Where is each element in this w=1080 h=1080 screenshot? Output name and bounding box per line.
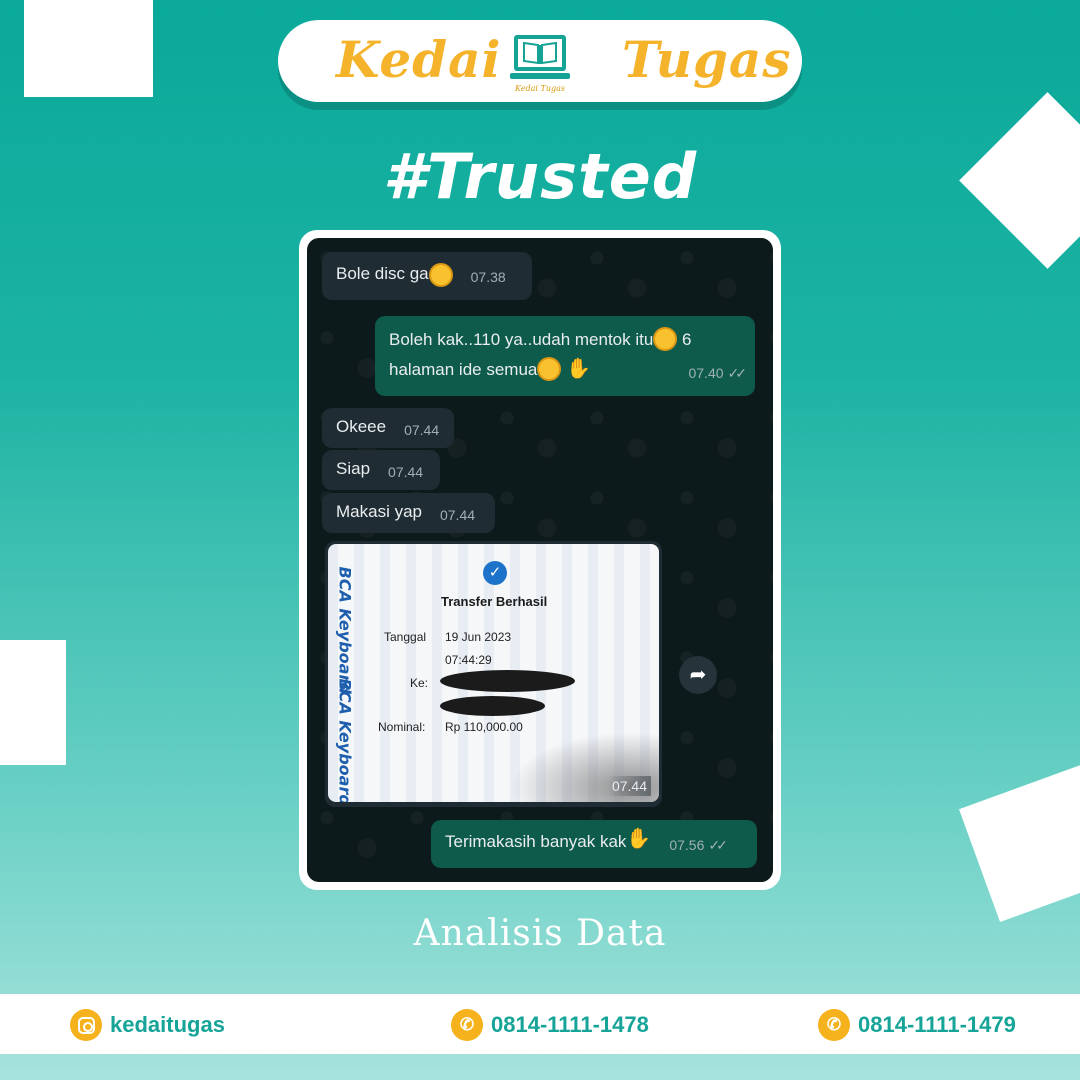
redaction-scribble [440,696,545,716]
message-time: 07.56 [669,837,705,853]
message-time: 07.44 [607,776,651,796]
message-time: 07.44 [388,464,424,480]
laughing-emoji-icon [653,326,678,351]
message-text-line2: halaman ide semua [389,360,538,379]
redaction-scribble [440,670,575,692]
outgoing-message[interactable]: Terimakasih banyak kak ✋ 07.56 ✓✓ [431,820,757,868]
phone-number-2: 0814-1111-1479 [858,1012,1016,1037]
message-text: Terimakasih banyak kak [445,832,627,851]
incoming-message[interactable]: Siap 07.44 [322,450,440,490]
chat-area: Bole disc ga 07.38 Boleh kak..110 ya..ud… [307,238,773,882]
message-text: Makasi yap [336,502,422,521]
check-circle-icon: ✓ [483,561,507,585]
brand-word-right: Tugas [622,30,792,89]
tanggal-label: Tanggal [384,630,427,644]
screenshot-frame: Bole disc ga 07.38 Boleh kak..110 ya..ud… [299,230,781,890]
instagram-handle: kedaitugas [110,1012,225,1037]
brand-header: Kedai Kedai Tugas Tugas [278,20,802,102]
laptop-book-icon: Kedai Tugas [508,29,572,95]
logo-caption: Kedai Tugas [515,84,565,93]
nominal-label: Nominal: [378,720,426,734]
whatsapp-contact-2[interactable]: ✆ 0814-1111-1479 [818,1009,1016,1041]
laughing-emoji-icon [428,263,453,287]
transfer-receipt-image: BCA Keyboard BCA Keyboard ✓ Transfer Ber… [328,544,659,802]
message-meta: 07.40 ✓✓ [688,358,748,388]
hashtag-title: #Trusted [382,140,698,213]
instagram-contact[interactable]: kedaitugas [70,1009,225,1041]
outgoing-message[interactable]: Boleh kak..110 ya..udah mentok itu 6 hal… [375,316,755,396]
watermark-text: BCA Keyboard [335,678,355,803]
folded-hands-icon: ✋ [626,828,652,850]
message-time: 07.38 [470,269,506,285]
decor-square-bottom-right [959,757,1080,923]
contact-footer: kedaitugas ✆ 0814-1111-1478 ✆ 0814-1111-… [0,994,1080,1054]
read-ticks-icon: ✓✓ [727,365,748,381]
read-ticks-icon: ✓✓ [708,837,728,853]
ke-label: Ke: [410,676,429,690]
phone-number-1: 0814-1111-1478 [491,1012,649,1037]
forward-icon[interactable]: ➦ [679,656,717,694]
receipt-title: Transfer Berhasil [441,594,548,609]
decor-square-left [0,640,66,765]
decor-square-top-left [24,0,153,97]
whatsapp-contact-1[interactable]: ✆ 0814-1111-1478 [451,1009,649,1041]
brand-word-left: Kedai [336,30,502,89]
message-line: Boleh kak..110 ya..udah mentok itu 6 [389,325,741,355]
incoming-message[interactable]: Bole disc ga 07.38 [322,252,532,300]
message-text-line1-tail: 6 [682,330,692,349]
image-message[interactable]: BCA Keyboard BCA Keyboard ✓ Transfer Ber… [325,541,662,807]
laughing-emoji-icon [537,356,562,381]
message-text: Okeee [336,417,387,436]
message-text: Siap [336,459,371,478]
whatsapp-icon: ✆ [818,1009,850,1041]
message-text-line1: Boleh kak..110 ya..udah mentok itu [389,330,654,349]
incoming-message[interactable]: Makasi yap 07.44 [322,493,495,533]
incoming-message[interactable]: Okeee 07.44 [322,408,454,448]
time-value: 07:44:29 [445,653,492,667]
message-text: Bole disc ga [336,264,429,283]
caption-title: Analisis Data [413,913,667,954]
tanggal-value: 19 Jun 2023 [445,630,512,644]
folded-hands-icon: ✋ [566,357,592,380]
instagram-icon [70,1009,102,1041]
message-time: 07.44 [404,422,440,438]
message-time: 07.40 [688,365,724,381]
message-time: 07.44 [439,507,476,523]
whatsapp-icon: ✆ [451,1009,483,1041]
